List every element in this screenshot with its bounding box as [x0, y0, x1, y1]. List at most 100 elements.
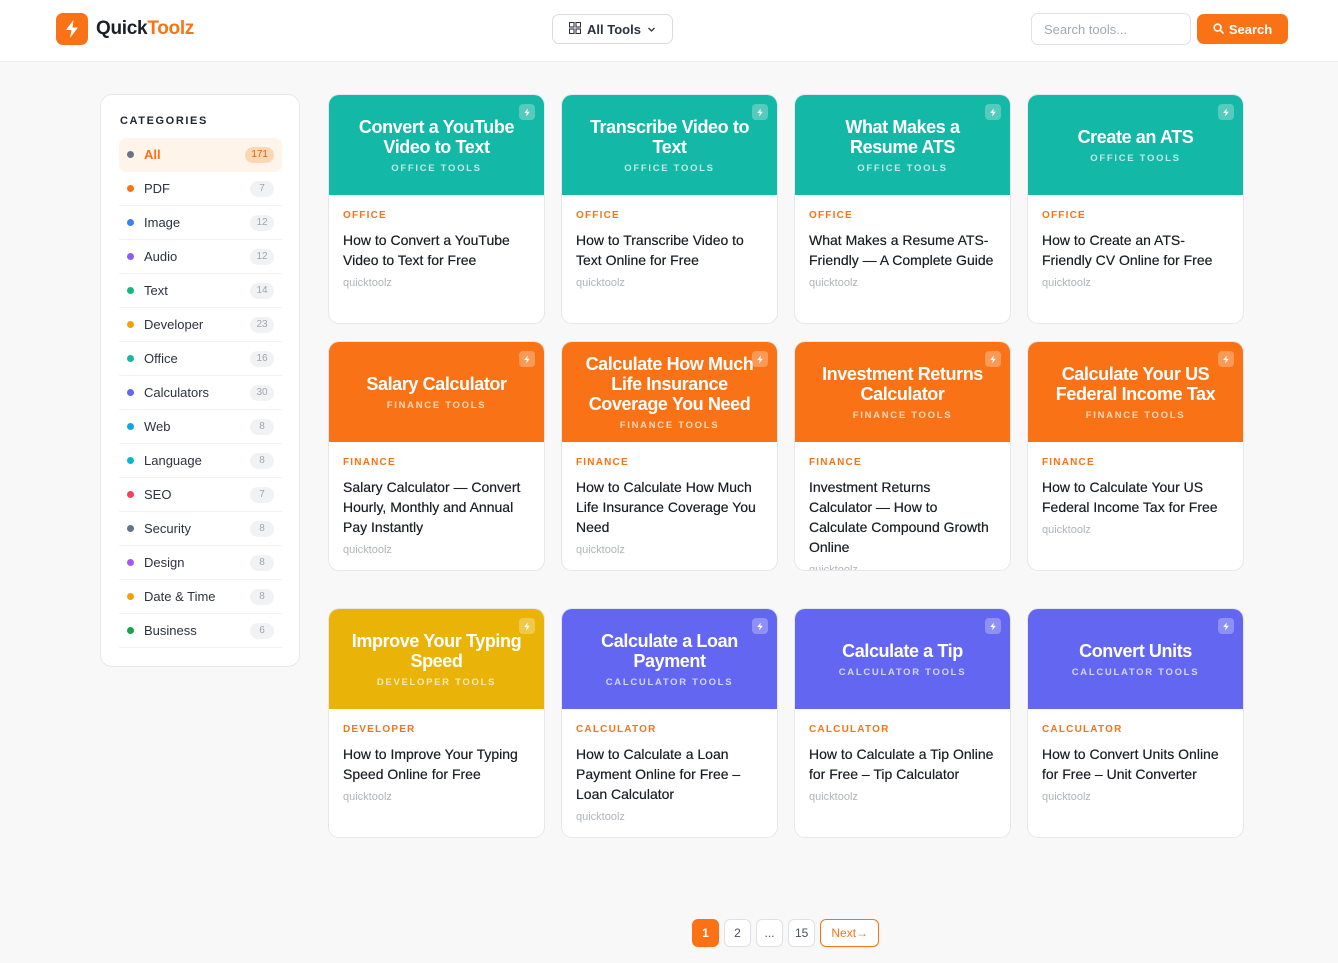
page-button-1[interactable]: 1: [692, 919, 719, 947]
card-category-tag: OFFICE: [809, 210, 853, 221]
card-banner-title: Calculate Your US Federal Income Tax: [1055, 363, 1216, 404]
card-category-tag: OFFICE: [576, 210, 620, 221]
sidebar-item-office[interactable]: Office 16: [119, 342, 282, 376]
category-count-badge: 12: [250, 215, 274, 231]
category-count-badge: 7: [250, 487, 274, 503]
category-count-badge: 30: [250, 385, 274, 401]
sidebar-item-label: Text: [144, 283, 168, 298]
card-author: quicktoolz: [809, 791, 858, 803]
card-banner-title: What Makes a Resume ATS: [845, 116, 960, 157]
card-body: OFFICE How to Create an ATS-Friendly CV O…: [1028, 195, 1243, 289]
next-page-button[interactable]: Next→: [820, 919, 880, 947]
category-count-badge: 7: [250, 181, 274, 197]
tool-card[interactable]: Convert Units CALCULATOR TOOLS CALCULATOR H…: [1027, 608, 1244, 838]
card-banner-title: Create an ATS: [1077, 126, 1194, 147]
card-body: OFFICE How to Transcribe Video to Text On…: [562, 195, 777, 289]
sidebar-item-developer[interactable]: Developer 23: [119, 308, 282, 342]
card-banner-title: Transcribe Video to Text: [589, 116, 750, 157]
sidebar-item-pdf[interactable]: PDF 7: [119, 172, 282, 206]
sidebar-item-label: Office: [144, 351, 178, 366]
card-banner-title: Salary Calculator: [366, 373, 507, 394]
sidebar-item-seo[interactable]: SEO 7: [119, 478, 282, 512]
card-banner-title: Calculate a Tip: [842, 640, 963, 661]
category-dot-icon: [127, 559, 134, 566]
lightning-bolt-icon: [519, 618, 535, 634]
card-body: FINANCE How to Calculate Your US Federal …: [1028, 442, 1243, 536]
sidebar-item-label: Developer: [144, 317, 204, 332]
search-input[interactable]: [1031, 13, 1191, 45]
category-count-badge: 12: [250, 249, 274, 265]
page-button-15[interactable]: 15: [788, 919, 816, 947]
card-category-tag: FINANCE: [809, 457, 862, 468]
sidebar-item-image[interactable]: Image 12: [119, 206, 282, 240]
card-title[interactable]: How to Improve Your Typing Speed Online …: [343, 744, 530, 784]
tool-card[interactable]: Transcribe Video to Text OFFICE TOOLS OFFI…: [561, 94, 778, 324]
search-button[interactable]: Search: [1197, 14, 1288, 44]
lightning-bolt-icon: [1218, 351, 1234, 367]
category-count-badge: 171: [245, 147, 274, 163]
category-count-badge: 23: [250, 317, 274, 333]
card-banner-title: Calculate How Much Life Insurance Covera…: [585, 353, 754, 414]
card-title[interactable]: How to Calculate a Tip Online for Free –…: [809, 744, 996, 784]
card-title[interactable]: Salary Calculator — Convert Hourly, Mont…: [343, 477, 530, 537]
sidebar-item-calculators[interactable]: Calculators 30: [119, 376, 282, 410]
sidebar-item-text[interactable]: Text 14: [119, 274, 282, 308]
card-title[interactable]: How to Convert a YouTube Video to Text f…: [343, 230, 530, 270]
tool-card[interactable]: Calculate Your US Federal Income Tax FINA…: [1027, 341, 1244, 571]
card-title[interactable]: How to Calculate a Loan Payment Online f…: [576, 744, 763, 804]
sidebar-item-all[interactable]: All 171: [119, 138, 282, 172]
tool-card[interactable]: Create an ATS OFFICE TOOLS OFFICE How to Cr…: [1027, 94, 1244, 324]
card-title[interactable]: How to Convert Units Online for Free – U…: [1042, 744, 1229, 784]
sidebar-item-label: All: [144, 147, 161, 162]
sidebar-item-design[interactable]: Design 8: [119, 546, 282, 580]
brand-logo[interactable]: QuickToolz: [56, 13, 194, 45]
tool-card[interactable]: Calculate a Tip CALCULATOR TOOLS CALCULATO…: [794, 608, 1011, 838]
category-count-badge: 8: [250, 555, 274, 571]
card-body: DEVELOPER How to Improve Your Typing Spee…: [329, 709, 544, 803]
card-banner-title: Convert Units: [1079, 640, 1192, 661]
tool-card[interactable]: Investment Returns Calculator FINANCE TOO…: [794, 341, 1011, 571]
card-title[interactable]: Investment Returns Calculator — How to C…: [809, 477, 996, 557]
lightning-bolt-icon: [985, 351, 1001, 367]
pagination: 1 2... 15 Next→: [692, 919, 880, 947]
card-title[interactable]: How to Transcribe Video to Text Online f…: [576, 230, 763, 270]
sidebar-item-security[interactable]: Security 8: [119, 512, 282, 546]
card-banner: Calculate How Much Life Insurance Covera…: [562, 342, 777, 442]
tool-card[interactable]: Convert a YouTube Video to Text OFFICE TO…: [328, 94, 545, 324]
card-banner-subtitle: OFFICE TOOLS: [391, 162, 482, 174]
sidebar-item-date-time[interactable]: Date & Time 8: [119, 580, 282, 614]
card-banner: Convert a YouTube Video to Text OFFICE TO…: [329, 95, 544, 195]
card-banner-subtitle: OFFICE TOOLS: [857, 162, 948, 174]
category-dot-icon: [127, 321, 134, 328]
category-dot-icon: [127, 151, 134, 158]
sidebar-item-audio[interactable]: Audio 12: [119, 240, 282, 274]
category-dot-icon: [127, 355, 134, 362]
card-title[interactable]: How to Calculate Your US Federal Income …: [1042, 477, 1229, 517]
sidebar-item-web[interactable]: Web 8: [119, 410, 282, 444]
search-icon: [1213, 22, 1224, 37]
tool-card[interactable]: Improve Your Typing Speed DEVELOPER TOOLS…: [328, 608, 545, 838]
page-button-2[interactable]: 2: [724, 919, 751, 947]
sidebar-item-language[interactable]: Language 8: [119, 444, 282, 478]
all-tools-dropdown[interactable]: All Tools: [552, 14, 673, 44]
tool-card[interactable]: Calculate a Loan Payment CALCULATOR TOOLS…: [561, 608, 778, 838]
card-title[interactable]: What Makes a Resume ATS-Friendly — A Com…: [809, 230, 996, 270]
card-title[interactable]: How to Calculate How Much Life Insurance…: [576, 477, 763, 537]
card-author: quicktoolz: [343, 544, 392, 556]
tool-card[interactable]: Calculate How Much Life Insurance Covera…: [561, 341, 778, 571]
card-banner-subtitle: CALCULATOR TOOLS: [838, 666, 967, 678]
sidebar-item-business[interactable]: Business 6: [119, 614, 282, 648]
tool-card[interactable]: Salary Calculator FINANCE TOOLS FINANCE Sal…: [328, 341, 545, 571]
tool-card[interactable]: What Makes a Resume ATS OFFICE TOOLS OFFIC…: [794, 94, 1011, 324]
search-button-label: Search: [1228, 21, 1273, 37]
card-body: CALCULATOR How to Convert Units Online fo…: [1028, 709, 1243, 803]
card-body: FINANCE Investment Returns Calculator — H…: [795, 442, 1010, 570]
sidebar-item-label: Design: [144, 555, 185, 570]
sidebar-item-label: Web: [144, 419, 171, 434]
category-dot-icon: [127, 491, 134, 498]
category-dot-icon: [127, 593, 134, 600]
card-banner-subtitle: DEVELOPER TOOLS: [376, 676, 497, 688]
card-title[interactable]: How to Create an ATS-Friendly CV Online …: [1042, 230, 1229, 270]
card-banner-subtitle: OFFICE TOOLS: [624, 162, 715, 174]
card-banner: Transcribe Video to Text OFFICE TOOLS: [562, 95, 777, 195]
